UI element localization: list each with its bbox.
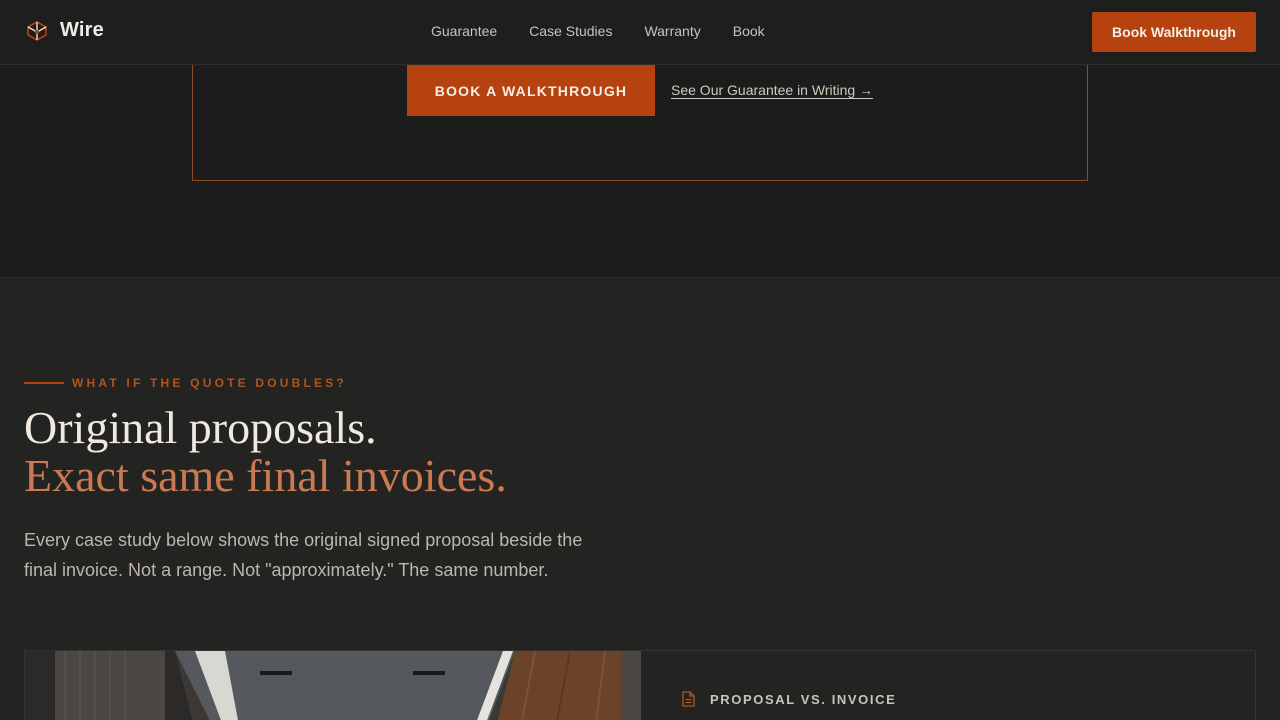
nav-link-book[interactable]: Book [733, 23, 765, 39]
case-study-card: PROPOSAL VS. INVOICE [24, 650, 1256, 720]
section-lead: Every case study below shows the origina… [24, 530, 583, 580]
section-headline: Original proposals. Exact same final inv… [24, 404, 507, 500]
case-study-photo [25, 651, 641, 720]
card-label-text: PROPOSAL VS. INVOICE [710, 691, 897, 707]
proposals-section: WHAT IF THE QUOTE DOUBLES? Original prop… [0, 277, 1280, 720]
eyebrow-divider [24, 382, 64, 384]
headline-line-2: Exact same final invoices. [24, 450, 507, 501]
card-label: PROPOSAL VS. INVOICE [681, 691, 896, 707]
headline-line-1: Original proposals. [24, 402, 377, 453]
section-eyebrow: WHAT IF THE QUOTE DOUBLES? [24, 376, 347, 390]
book-walkthrough-button[interactable]: Book Walkthrough [1092, 12, 1256, 52]
wire-logo-icon [27, 20, 47, 41]
nav-link-guarantee[interactable]: Guarantee [431, 23, 497, 39]
main-nav: Guarantee Case Studies Warranty Book [431, 23, 765, 39]
nav-link-warranty[interactable]: Warranty [644, 23, 700, 39]
top-navbar: Wire Guarantee Case Studies Warranty Boo… [0, 0, 1280, 65]
hallway-photo [25, 651, 641, 720]
hero-section: BOOK A WALKTHROUGH See Our Guarantee in … [0, 64, 1280, 277]
hero-book-walkthrough-button[interactable]: BOOK A WALKTHROUGH [407, 65, 655, 116]
brand[interactable]: Wire [26, 19, 104, 42]
eyebrow-text: WHAT IF THE QUOTE DOUBLES? [72, 376, 347, 390]
nav-link-case-studies[interactable]: Case Studies [529, 23, 612, 39]
guarantee-in-writing-link[interactable]: See Our Guarantee in Writing → [671, 82, 873, 98]
brand-name: Wire [60, 19, 104, 41]
document-icon [682, 691, 695, 707]
